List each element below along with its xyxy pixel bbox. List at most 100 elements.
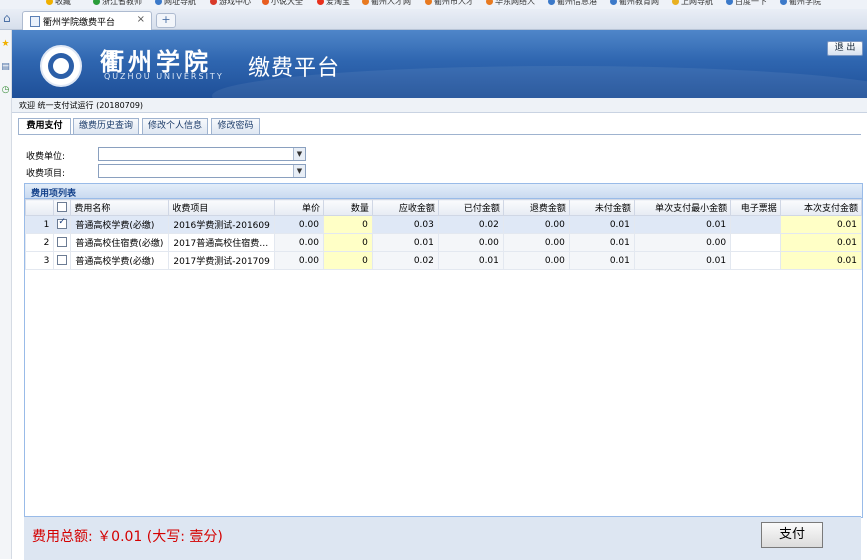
- payment-footer: 费用总额: ￥0.01 (大写: 壹分) 支付: [24, 516, 861, 560]
- bookmark-item[interactable]: 衢州市人才: [425, 0, 474, 7]
- favorites-star-icon[interactable]: ★: [1, 40, 10, 49]
- bookmark-label: 小说大全: [271, 0, 303, 6]
- table-row[interactable]: 2 普通高校住宿费(必缴) 2017普通高校住宿费… 0.00 0 0.01 0.00 0.0…: [24, 233, 863, 252]
- panel-title: 费用项列表: [31, 189, 77, 199]
- cell-unpaid: 0.01: [568, 215, 635, 234]
- column-header[interactable]: 应收金额: [371, 199, 439, 216]
- cell-unit-price: 0.00: [273, 215, 324, 234]
- logout-button[interactable]: 退 出: [827, 41, 863, 56]
- site-icon: [726, 0, 733, 5]
- row-checkbox[interactable]: [57, 255, 68, 266]
- cell-pay-now[interactable]: 0.01: [779, 251, 863, 270]
- chevron-down-icon[interactable]: ▼: [293, 165, 305, 177]
- bookmark-item[interactable]: 上网导航: [672, 0, 713, 7]
- home-icon[interactable]: ⌂: [3, 12, 15, 24]
- tab-fee-payment[interactable]: 费用支付: [18, 118, 71, 135]
- select-all-checkbox[interactable]: [57, 202, 68, 213]
- row-select-cell[interactable]: [53, 251, 72, 270]
- bookmark-label: 华东网络人: [495, 0, 535, 6]
- bookmark-item[interactable]: 衢州学院: [780, 0, 821, 7]
- site-icon: [780, 0, 787, 5]
- column-header[interactable]: 已付金额: [437, 199, 504, 216]
- tab-change-password[interactable]: 修改密码: [211, 118, 260, 134]
- table-row[interactable]: 3 普通高校学费(必缴) 2017学费测试-201709 0.00 0 0.02 0.01 0…: [24, 251, 863, 270]
- bookmark-label: 网址导航: [164, 0, 196, 6]
- cell-receivable: 0.02: [371, 251, 439, 270]
- tab-divider: [18, 134, 861, 135]
- cell-e-receipt: [730, 251, 781, 270]
- bookmark-item[interactable]: 游戏中心: [210, 0, 251, 7]
- pay-button[interactable]: 支付: [761, 522, 823, 548]
- column-header[interactable]: 单次支付最小金额: [633, 199, 732, 216]
- bookmark-item[interactable]: 网址导航: [155, 0, 196, 7]
- column-header[interactable]: 未付金额: [568, 199, 635, 216]
- row-checkbox[interactable]: [57, 237, 68, 248]
- row-number: 3: [24, 251, 55, 270]
- bookmark-label: 衢州市人才: [434, 0, 474, 6]
- cell-receivable: 0.03: [371, 215, 439, 234]
- cell-name: 普通高校住宿费(必缴): [70, 233, 170, 252]
- row-checkbox[interactable]: [57, 217, 68, 230]
- reader-icon[interactable]: ▤: [1, 63, 10, 72]
- cell-qty[interactable]: 0: [322, 215, 373, 234]
- cell-paid: 0.02: [437, 215, 504, 234]
- column-header[interactable]: 单价: [273, 199, 324, 216]
- chevron-down-icon[interactable]: ▼: [293, 148, 305, 160]
- column-header[interactable]: 费用名称: [70, 199, 170, 216]
- bookmark-item[interactable]: 百度一下: [726, 0, 767, 7]
- bookmark-item[interactable]: 收藏: [46, 0, 71, 7]
- cell-refund: 0.00: [502, 233, 570, 252]
- university-english-name: QUZHOU UNIVERSITY: [104, 72, 224, 81]
- cell-pay-now[interactable]: 0.01: [779, 215, 863, 234]
- bookmark-item[interactable]: 华东网络人: [486, 0, 535, 7]
- column-header-select-all[interactable]: [53, 199, 72, 216]
- bookmark-item[interactable]: 小说大全: [262, 0, 303, 7]
- bookmark-item[interactable]: 爱淘宝: [317, 0, 350, 7]
- cell-qty[interactable]: 0: [322, 233, 373, 252]
- item-select[interactable]: ▼: [98, 164, 306, 178]
- star-icon: [46, 0, 53, 5]
- history-clock-icon[interactable]: ◷: [1, 86, 10, 95]
- unit-select[interactable]: ▼: [98, 147, 306, 161]
- cell-min-pay: 0.01: [633, 215, 732, 234]
- row-select-cell[interactable]: [53, 215, 72, 234]
- bookmark-label: 衢州学院: [789, 0, 821, 6]
- cell-pay-now[interactable]: 0.01: [779, 233, 863, 252]
- cell-paid: 0.01: [437, 251, 504, 270]
- site-icon: [548, 0, 555, 5]
- bookmark-item[interactable]: 衢州教育网: [610, 0, 659, 7]
- tab-edit-profile[interactable]: 修改个人信息: [142, 118, 208, 134]
- site-icon: [362, 0, 369, 5]
- bookmark-item[interactable]: 浙江省教师: [93, 0, 142, 7]
- browser-sidebar: ★ ▤ ◷: [0, 30, 12, 559]
- tab-payment-history[interactable]: 缴费历史查询: [73, 118, 139, 134]
- cell-min-pay: 0.01: [633, 251, 732, 270]
- close-tab-icon[interactable]: ×: [137, 14, 145, 25]
- column-header[interactable]: 数量: [322, 199, 373, 216]
- column-header[interactable]: 收费项目: [168, 199, 275, 216]
- new-tab-button[interactable]: +: [156, 13, 176, 28]
- cell-qty[interactable]: 0: [322, 251, 373, 270]
- welcome-bar: 欢迎 统一支付试运行 (20180709): [12, 98, 867, 113]
- bookmark-item[interactable]: 衢州信息港: [548, 0, 597, 7]
- bookmark-item[interactable]: 衢州人才网: [362, 0, 411, 7]
- university-logo: [40, 45, 82, 87]
- table-row[interactable]: 1普通高校学费(必缴)2016学费测试-2016090.0000.030.020…: [24, 215, 863, 234]
- cell-unpaid: 0.01: [568, 233, 635, 252]
- page-icon: [30, 16, 40, 27]
- browser-tab-title: 衢州学院缴费平台: [43, 18, 116, 28]
- cell-e-receipt: [730, 215, 781, 234]
- site-icon: [610, 0, 617, 5]
- cell-item: 2016学费测试-201609: [168, 215, 275, 234]
- column-header[interactable]: 电子票据: [730, 199, 781, 216]
- browser-tab[interactable]: 衢州学院缴费平台 ×: [22, 11, 152, 30]
- cell-item: 2017学费测试-201709: [168, 251, 275, 270]
- column-header[interactable]: 退费金额: [502, 199, 570, 216]
- site-icon: [317, 0, 324, 5]
- cell-e-receipt: [730, 233, 781, 252]
- row-select-cell[interactable]: [53, 233, 72, 252]
- site-icon: [425, 0, 432, 5]
- cell-item: 2017普通高校住宿费…: [168, 233, 275, 252]
- welcome-text: 欢迎 统一支付试运行 (20180709): [19, 101, 144, 110]
- column-header[interactable]: 本次支付金额: [779, 199, 863, 216]
